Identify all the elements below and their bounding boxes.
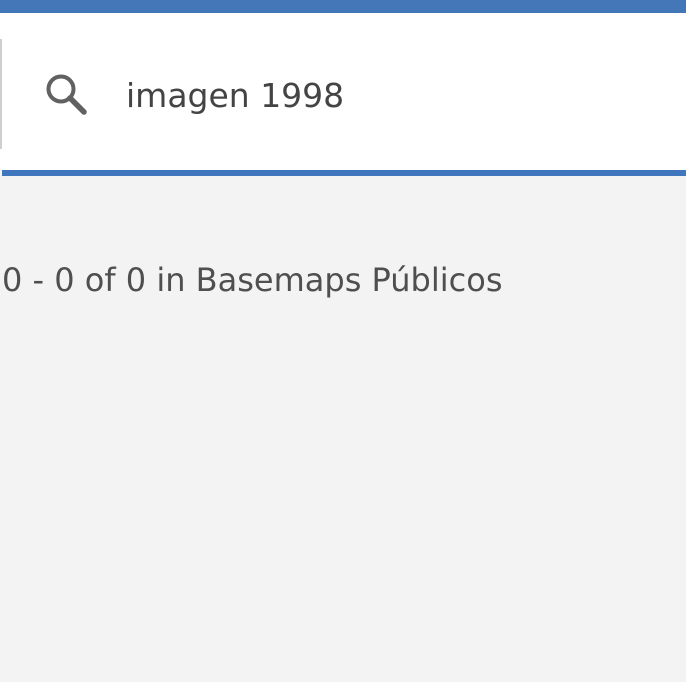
search-panel: [0, 13, 686, 170]
search-focus-underline: [2, 170, 686, 176]
top-accent-bar: [0, 0, 686, 13]
panel-divider: [0, 39, 2, 149]
search-icon[interactable]: [43, 71, 89, 117]
search-input[interactable]: [126, 73, 666, 119]
results-summary: 0 - 0 of 0 in Basemaps Públicos: [2, 261, 503, 299]
